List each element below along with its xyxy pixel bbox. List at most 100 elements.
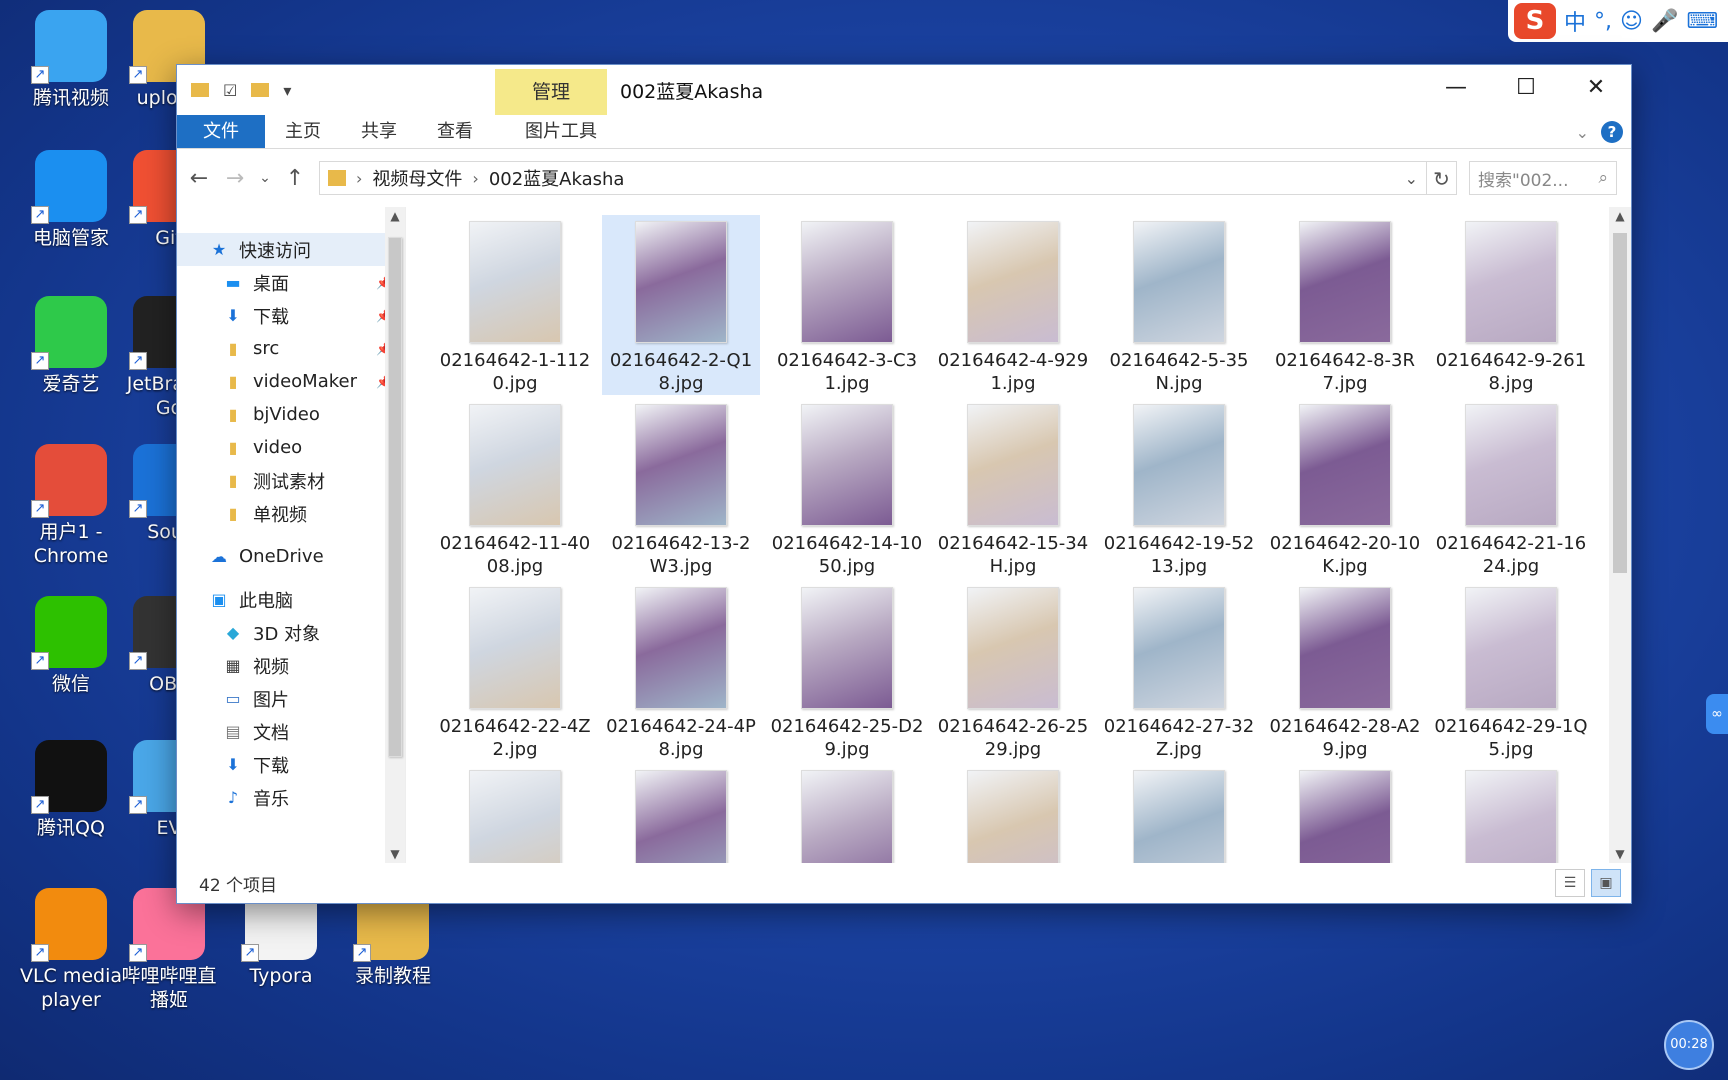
help-icon[interactable]: ?: [1601, 121, 1623, 143]
nav-scrollbar[interactable]: ▲ ▼: [385, 207, 405, 863]
chevron-down-icon[interactable]: ⌄: [1405, 169, 1418, 188]
desktop-icon[interactable]: ↗ 微信: [16, 596, 126, 696]
file-item[interactable]: [602, 764, 760, 863]
file-view[interactable]: 02164642-1-1120.jpg 02164642-2-Q18.jpg 021…: [405, 207, 1631, 863]
file-item[interactable]: [1100, 764, 1258, 863]
nav-item[interactable]: ▤ 文档: [177, 715, 405, 748]
file-item[interactable]: 02164642-21-1624.jpg: [1432, 398, 1590, 578]
nav-item[interactable]: ☁ OneDrive: [177, 540, 405, 573]
file-item[interactable]: [1266, 764, 1424, 863]
nav-item[interactable]: ◆ 3D 对象: [177, 616, 405, 649]
file-item[interactable]: [1432, 764, 1590, 863]
ime-toolbar[interactable]: S 中 °, ☺ 🎤 ⌨: [1508, 0, 1728, 42]
file-item[interactable]: 02164642-13-2W3.jpg: [602, 398, 760, 578]
file-item[interactable]: 02164642-24-4P8.jpg: [602, 581, 760, 761]
content-scrollbar[interactable]: ▲ ▼: [1609, 207, 1631, 863]
desktop-icon[interactable]: ↗ 哔哩哔哩直播姬: [114, 888, 224, 1012]
desktop-icon[interactable]: ↗ 腾讯QQ: [16, 740, 126, 840]
file-item[interactable]: [436, 764, 594, 863]
close-button[interactable]: ✕: [1561, 65, 1631, 111]
file-item[interactable]: 02164642-1-1120.jpg: [436, 215, 594, 395]
file-item[interactable]: 02164642-8-3R7.jpg: [1266, 215, 1424, 395]
content-scroll-thumb[interactable]: [1613, 233, 1627, 573]
nav-item[interactable]: ▮ video: [177, 431, 405, 464]
recent-locations-icon[interactable]: ⌄: [259, 170, 271, 186]
tab-home[interactable]: 主页: [265, 115, 341, 148]
file-item[interactable]: 02164642-22-4Z2.jpg: [436, 581, 594, 761]
nav-item[interactable]: ▮ bjVideo: [177, 398, 405, 431]
nav-item[interactable]: ▣ 此电脑: [177, 583, 405, 616]
nav-item[interactable]: ⬇ 下载 📌: [177, 299, 405, 332]
microphone-icon[interactable]: 🎤: [1651, 9, 1678, 34]
link-tool-icon[interactable]: ∞: [1706, 694, 1728, 734]
keyboard-icon[interactable]: ⌨: [1686, 9, 1718, 34]
desktop-icon[interactable]: ↗ 腾讯视频: [16, 10, 126, 110]
search-input[interactable]: 搜索"002... ⌕: [1469, 161, 1617, 195]
customize-qat-icon[interactable]: ▾: [283, 81, 291, 100]
sogou-ime-icon[interactable]: S: [1514, 3, 1556, 39]
nav-item[interactable]: ⬇ 下载: [177, 748, 405, 781]
up-arrow-icon[interactable]: ↑: [283, 166, 307, 191]
file-item[interactable]: 02164642-19-5213.jpg: [1100, 398, 1258, 578]
tab-share[interactable]: 共享: [341, 115, 417, 148]
breadcrumb-item[interactable]: 视频母文件: [372, 165, 462, 191]
tab-manage[interactable]: 管理: [495, 69, 607, 115]
title-bar[interactable]: ☑ ▾ 管理 002蓝夏Akasha — ☐ ✕: [177, 65, 1631, 115]
desktop-icon[interactable]: ↗ 爱奇艺: [16, 296, 126, 396]
file-item[interactable]: 02164642-27-32Z.jpg: [1100, 581, 1258, 761]
expand-ribbon-icon[interactable]: ⌄: [1576, 123, 1589, 142]
address-bar[interactable]: › 视频母文件 › 002蓝夏Akasha ⌄: [319, 161, 1427, 195]
breadcrumb-item[interactable]: 002蓝夏Akasha: [489, 165, 625, 191]
ime-lang-toggle[interactable]: 中: [1564, 5, 1586, 37]
properties-icon[interactable]: ☑: [223, 81, 237, 100]
large-icons-view-button[interactable]: ▣: [1591, 869, 1621, 897]
scroll-down-icon[interactable]: ▼: [1609, 847, 1631, 861]
file-item[interactable]: 02164642-9-2618.jpg: [1432, 215, 1590, 395]
chevron-right-icon[interactable]: ›: [356, 169, 362, 188]
tab-file[interactable]: 文件: [177, 115, 265, 148]
file-item[interactable]: [768, 764, 926, 863]
file-item[interactable]: 02164642-2-Q18.jpg: [602, 215, 760, 395]
tab-picture-tools[interactable]: 图片工具: [501, 115, 621, 148]
file-item[interactable]: 02164642-11-4008.jpg: [436, 398, 594, 578]
file-item[interactable]: 02164642-5-35N.jpg: [1100, 215, 1258, 395]
nav-item[interactable]: ▭ 图片: [177, 682, 405, 715]
minimize-button[interactable]: —: [1421, 65, 1491, 111]
file-item[interactable]: 02164642-20-10K.jpg: [1266, 398, 1424, 578]
scroll-up-icon[interactable]: ▲: [1609, 209, 1631, 223]
file-item[interactable]: 02164642-28-A29.jpg: [1266, 581, 1424, 761]
file-item[interactable]: 02164642-29-1Q5.jpg: [1432, 581, 1590, 761]
scroll-down-icon[interactable]: ▼: [385, 847, 405, 861]
details-view-button[interactable]: ☰: [1555, 869, 1585, 897]
recorder-timer[interactable]: 00:28: [1664, 1020, 1714, 1070]
forward-arrow-icon[interactable]: →: [223, 166, 247, 191]
nav-item[interactable]: ▮ 单视频: [177, 497, 405, 530]
refresh-icon[interactable]: ↻: [1427, 161, 1457, 195]
nav-item[interactable]: ▦ 视频: [177, 649, 405, 682]
desktop-icon[interactable]: ↗ VLC media player: [16, 888, 126, 1012]
maximize-button[interactable]: ☐: [1491, 65, 1561, 111]
nav-scroll-thumb[interactable]: [388, 237, 402, 757]
nav-item[interactable]: ♪ 音乐: [177, 781, 405, 814]
nav-item[interactable]: ▮ 测试素材: [177, 464, 405, 497]
file-item[interactable]: 02164642-25-D29.jpg: [768, 581, 926, 761]
nav-item[interactable]: ▮ src 📌: [177, 332, 405, 365]
ime-punct-icon[interactable]: °,: [1594, 9, 1612, 34]
desktop-icon[interactable]: ↗ 电脑管家: [16, 150, 126, 250]
navigation-pane[interactable]: ★ 快速访问 ▬ 桌面 📌 ⬇ 下载 📌 ▮ src 📌 ▮ videoMaker 📌 ▮ bjVideo ▮ v…: [177, 207, 405, 863]
new-folder-icon[interactable]: [251, 83, 270, 97]
file-item[interactable]: 02164642-14-1050.jpg: [768, 398, 926, 578]
tab-view[interactable]: 查看: [417, 115, 493, 148]
file-item[interactable]: [934, 764, 1092, 863]
scroll-up-icon[interactable]: ▲: [385, 209, 405, 223]
chevron-right-icon[interactable]: ›: [472, 169, 478, 188]
file-item[interactable]: 02164642-15-34H.jpg: [934, 398, 1092, 578]
nav-item[interactable]: ▮ videoMaker 📌: [177, 365, 405, 398]
desktop-icon[interactable]: ↗ 用户1 - Chrome: [16, 444, 126, 568]
back-arrow-icon[interactable]: ←: [187, 166, 211, 191]
nav-item[interactable]: ▬ 桌面 📌: [177, 266, 405, 299]
file-item[interactable]: 02164642-3-C31.jpg: [768, 215, 926, 395]
file-item[interactable]: 02164642-26-2529.jpg: [934, 581, 1092, 761]
nav-item[interactable]: ★ 快速访问: [177, 233, 405, 266]
emoji-icon[interactable]: ☺: [1620, 9, 1643, 34]
